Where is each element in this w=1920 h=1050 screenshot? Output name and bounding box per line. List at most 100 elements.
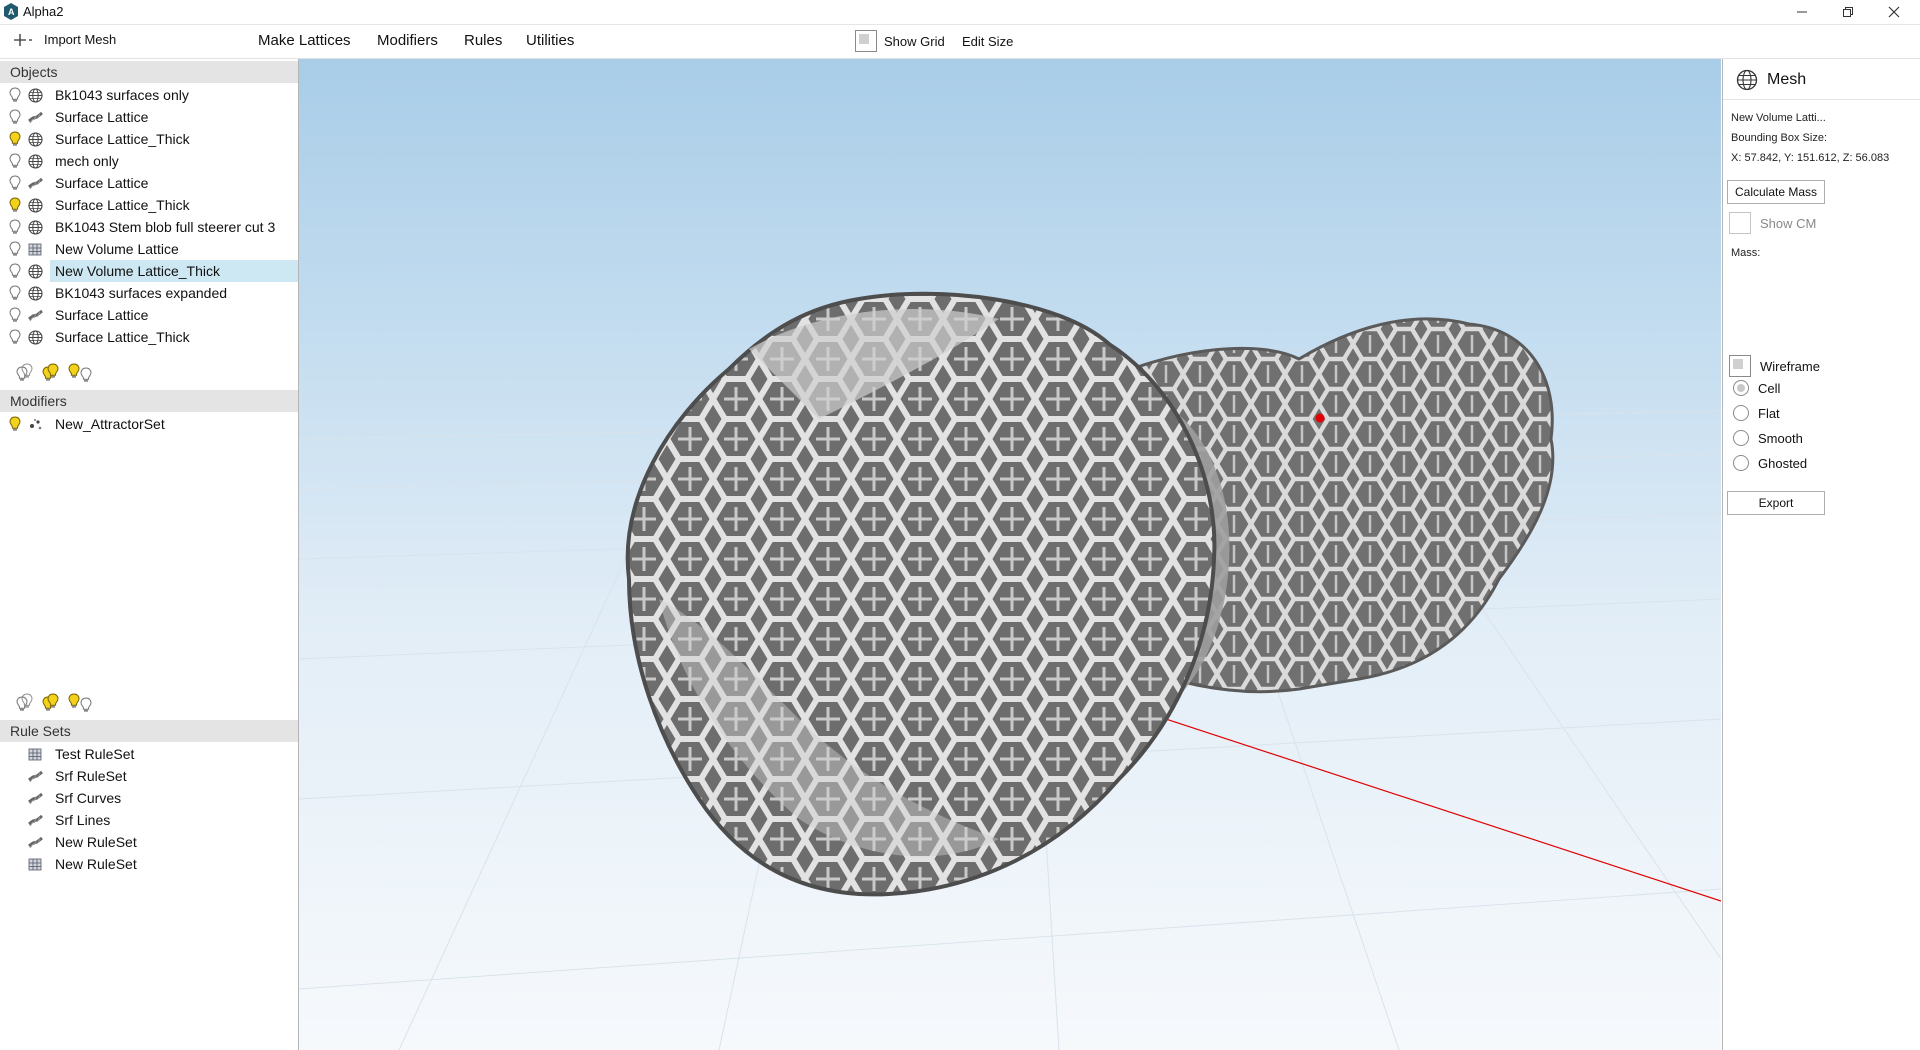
show-cm-checkbox[interactable] (1729, 212, 1751, 234)
app-logo-icon: A (4, 3, 18, 20)
bulb-off-icon[interactable] (9, 263, 21, 282)
render-mode-label: Flat (1758, 405, 1780, 421)
bulb-on-icon[interactable] (9, 197, 21, 216)
edit-size-button[interactable]: Edit Size (962, 34, 1013, 49)
object-item[interactable]: BK1043 surfaces expanded (0, 282, 298, 304)
ruleset-item[interactable]: Test RuleSet (0, 743, 298, 765)
globe-icon (1736, 69, 1758, 91)
menu-modifiers[interactable]: Modifiers (377, 32, 438, 49)
object-item[interactable]: Surface Lattice (0, 304, 298, 326)
item-label: Srf Curves (55, 790, 122, 806)
ruleset-item[interactable]: Srf Lines (0, 809, 298, 831)
modifier-item[interactable]: New_AttractorSet (0, 413, 298, 435)
globe-icon (28, 198, 43, 216)
wireframe-checkbox[interactable] (1729, 355, 1751, 377)
bulb-off-icon[interactable] (9, 175, 21, 194)
import-mesh-label: Import Mesh (44, 32, 117, 47)
menu-utilities[interactable]: Utilities (526, 32, 574, 49)
mesh-properties-panel: Mesh New Volume Latti... Bounding Box Si… (1722, 59, 1920, 1050)
show-grid-toggle[interactable]: Show Grid (855, 30, 945, 52)
calculate-mass-button[interactable]: Calculate Mass (1727, 180, 1825, 204)
bulb-on-icon[interactable] (9, 416, 21, 435)
minimize-button[interactable] (1780, 0, 1824, 24)
bulb-on-icon[interactable] (9, 131, 21, 150)
lattice-mesh[interactable] (625, 291, 1555, 897)
lights-on-icon[interactable] (42, 693, 60, 716)
item-label: Srf RuleSet (55, 768, 127, 784)
radio-button[interactable] (1733, 455, 1749, 471)
object-item[interactable]: BK1043 Stem blob full steerer cut 3 (0, 216, 298, 238)
wireframe-toggle[interactable]: Wireframe (1729, 355, 1820, 377)
show-cm-toggle[interactable]: Show CM (1729, 212, 1816, 234)
item-label: Surface Lattice (55, 109, 149, 125)
radio-button[interactable] (1733, 380, 1749, 396)
object-item[interactable]: Surface Lattice_Thick (0, 194, 298, 216)
menu-rules[interactable]: Rules (464, 32, 502, 49)
menu-make-lattices[interactable]: Make Lattices (258, 32, 351, 49)
lattice-strip-icon (28, 791, 43, 809)
object-item[interactable]: mech only (0, 150, 298, 172)
bulb-off-icon[interactable] (9, 87, 21, 106)
object-item[interactable]: Surface Lattice (0, 172, 298, 194)
show-cm-label: Show CM (1760, 215, 1817, 231)
objects-header: Objects (0, 61, 298, 83)
object-item[interactable]: Bk1043 surfaces only (0, 84, 298, 106)
svg-text:A: A (8, 7, 15, 17)
volume-lattice-icon (28, 747, 43, 765)
lights-on-icon[interactable] (42, 363, 60, 386)
restore-button[interactable] (1826, 0, 1870, 24)
lattice-strip-icon (28, 769, 43, 787)
lights-toggle-icon[interactable] (68, 363, 94, 386)
3d-viewport[interactable] (299, 59, 1721, 1050)
objects-light-toolbar (16, 363, 94, 386)
lattice-strip-icon (28, 308, 43, 326)
item-label: New Volume Lattice_Thick (50, 260, 298, 282)
close-button[interactable] (1872, 0, 1916, 24)
object-item[interactable]: Surface Lattice_Thick (0, 326, 298, 348)
lights-off-icon[interactable] (16, 363, 34, 386)
export-label: Export (1758, 496, 1794, 510)
ruleset-item[interactable]: Srf RuleSet (0, 765, 298, 787)
show-grid-checkbox[interactable] (855, 30, 877, 52)
ruleset-item[interactable]: New RuleSet (0, 853, 298, 875)
lattice-strip-icon (28, 176, 43, 194)
render-mode-cell[interactable]: Cell (1733, 380, 1780, 396)
mesh-panel-header: Mesh (1723, 59, 1920, 100)
render-mode-ghosted[interactable]: Ghosted (1733, 455, 1807, 471)
bulb-off-icon[interactable] (9, 241, 21, 260)
render-mode-label: Ghosted (1758, 455, 1808, 471)
ruleset-item[interactable]: New RuleSet (0, 831, 298, 853)
radio-button[interactable] (1733, 430, 1749, 446)
render-mode-flat[interactable]: Flat (1733, 405, 1780, 421)
bulb-off-icon[interactable] (9, 109, 21, 128)
object-item[interactable]: New Volume Lattice (0, 238, 298, 260)
calculate-mass-label: Calculate Mass (1734, 185, 1818, 199)
export-button[interactable]: Export (1727, 491, 1825, 515)
window-title: Alpha2 (23, 4, 64, 19)
bulb-off-icon[interactable] (9, 329, 21, 348)
modifiers-light-toolbar (16, 693, 94, 716)
mesh-name: New Volume Latti... (1731, 112, 1826, 124)
globe-icon (28, 132, 43, 150)
volume-lattice-icon (28, 242, 43, 260)
lights-off-icon[interactable] (16, 693, 34, 716)
render-mode-label: Smooth (1758, 430, 1803, 446)
item-label: Surface Lattice_Thick (55, 131, 190, 147)
item-label: Surface Lattice (55, 307, 149, 323)
bulb-off-icon[interactable] (9, 219, 21, 238)
import-mesh-button[interactable]: Import Mesh (14, 32, 116, 47)
left-panel: Objects Bk1043 surfaces only Surface Latt… (0, 59, 299, 1050)
item-label: Test RuleSet (55, 746, 135, 762)
bulb-off-icon[interactable] (9, 285, 21, 304)
lights-toggle-icon[interactable] (68, 693, 94, 716)
scene-canvas[interactable] (299, 59, 1721, 1050)
object-item[interactable]: New Volume Lattice_Thick (0, 260, 298, 282)
radio-button[interactable] (1733, 405, 1749, 421)
render-mode-smooth[interactable]: Smooth (1733, 430, 1803, 446)
bulb-off-icon[interactable] (9, 153, 21, 172)
object-item[interactable]: Surface Lattice (0, 106, 298, 128)
ruleset-item[interactable]: Srf Curves (0, 787, 298, 809)
globe-icon (28, 88, 43, 106)
bulb-off-icon[interactable] (9, 307, 21, 326)
object-item[interactable]: Surface Lattice_Thick (0, 128, 298, 150)
